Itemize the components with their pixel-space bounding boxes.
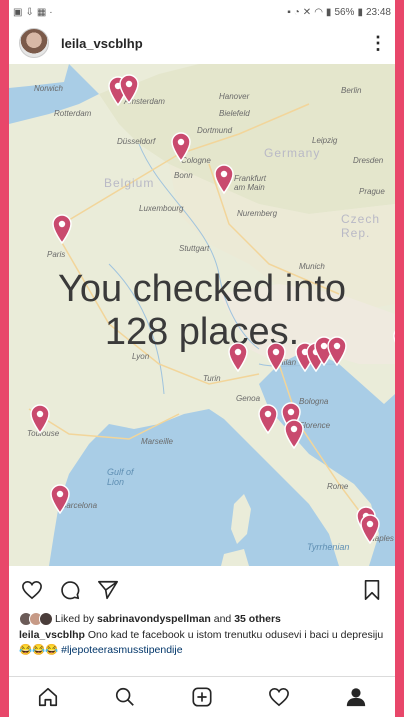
image-icon: ▦ bbox=[36, 6, 47, 18]
download-icon: ⇩ bbox=[25, 6, 34, 18]
alarm-icon: ◔ bbox=[293, 6, 300, 18]
more-options-icon[interactable]: ⋮ bbox=[369, 33, 387, 54]
map-pin-icon bbox=[257, 404, 279, 434]
city-label: Hanover bbox=[219, 92, 250, 101]
liker-username[interactable]: sabrinavondyspellman bbox=[97, 613, 211, 625]
bottom-navigation bbox=[9, 676, 395, 717]
likes-row: Liked by sabrinavondyspellman and 35 oth… bbox=[19, 610, 389, 628]
battery-percent: 56% bbox=[334, 6, 355, 18]
notification-icons: ▣ ⇩ ▦ · bbox=[13, 7, 53, 18]
country-label: Germany bbox=[264, 146, 321, 160]
activity-heart-icon[interactable] bbox=[264, 682, 294, 712]
post-username[interactable]: leila_vscblhp bbox=[61, 36, 369, 51]
liker-avatar bbox=[39, 612, 53, 626]
post-image-map[interactable]: Germany Belgium Czech Rep. Norwich Amste… bbox=[9, 64, 395, 566]
city-label: Rotterdam bbox=[54, 109, 92, 118]
likes-middle: and bbox=[213, 613, 232, 625]
city-label: Marseille bbox=[141, 437, 174, 446]
checkin-overlay-line1: You checked into bbox=[57, 268, 347, 310]
post-header: leila_vscblhp ⋮ bbox=[9, 24, 395, 62]
profile-icon[interactable] bbox=[341, 682, 371, 712]
search-icon[interactable] bbox=[110, 682, 140, 712]
post-caption: leila_vscblhp Ono kad te facebook u isto… bbox=[19, 628, 391, 658]
map-pin-icon bbox=[283, 419, 305, 449]
avatar[interactable] bbox=[19, 28, 49, 58]
battery-icon: ▮ bbox=[357, 6, 363, 18]
sea-label: Gulf of Lion bbox=[107, 467, 134, 487]
city-label: Bielefeld bbox=[219, 109, 250, 118]
bookmark-icon[interactable] bbox=[359, 577, 385, 603]
phone-screen: ▣ ⇩ ▦ · ▪ ◔ ✕ ◠ ▮ 56% ▮ 23:48 leila_vscb… bbox=[9, 0, 395, 717]
city-label: Lyon bbox=[132, 352, 150, 361]
map-pin-icon bbox=[227, 342, 249, 372]
city-label: Paris bbox=[47, 250, 66, 259]
sea-label: Tyrrhenian bbox=[307, 542, 350, 552]
likes-others[interactable]: 35 others bbox=[234, 613, 281, 625]
map-pin-icon bbox=[49, 484, 71, 514]
system-icons: ▪ ◔ ✕ ◠ ▮ 56% ▮ 23:48 bbox=[287, 7, 391, 18]
caption-hashtag[interactable]: #ljepoteerasmusstipendije bbox=[61, 644, 182, 656]
map-pin-icon bbox=[170, 132, 192, 162]
caption-username[interactable]: leila_vscblhp bbox=[19, 629, 85, 641]
city-label: Rome bbox=[327, 482, 349, 491]
direct-share-icon[interactable] bbox=[95, 577, 121, 603]
post-actions bbox=[9, 570, 395, 610]
mute-icon: ✕ bbox=[302, 6, 312, 18]
city-label: Leipzig bbox=[312, 136, 338, 145]
city-label: Berlin bbox=[341, 86, 362, 95]
map-pin-icon bbox=[51, 214, 73, 244]
add-post-icon[interactable] bbox=[187, 682, 217, 712]
city-label: Genoa bbox=[236, 394, 261, 403]
city-label: Turin bbox=[203, 374, 221, 383]
city-label: Prague bbox=[359, 187, 385, 196]
map-pin-icon bbox=[265, 342, 287, 372]
likes-prefix: Liked by bbox=[55, 613, 95, 625]
liker-avatars[interactable] bbox=[19, 612, 53, 626]
comment-icon[interactable] bbox=[57, 577, 83, 603]
home-icon[interactable] bbox=[33, 682, 63, 712]
city-label: Bonn bbox=[174, 171, 193, 180]
city-label: Norwich bbox=[34, 84, 63, 93]
status-bar: ▣ ⇩ ▦ · ▪ ◔ ✕ ◠ ▮ 56% ▮ 23:48 bbox=[9, 0, 395, 24]
wifi-icon: ◠ bbox=[314, 6, 323, 18]
map-pin-icon bbox=[359, 514, 381, 544]
dot-icon: · bbox=[49, 6, 53, 18]
map-pin-icon bbox=[118, 74, 140, 104]
map-pin-icon bbox=[213, 164, 235, 194]
city-label: Dortmund bbox=[197, 126, 233, 135]
city-label: Bologna bbox=[299, 397, 329, 406]
country-label: Czech Rep. bbox=[341, 212, 381, 240]
city-label: Düsseldorf bbox=[117, 137, 156, 146]
city-label: Luxembourg bbox=[139, 204, 184, 213]
city-label: Nuremberg bbox=[237, 209, 278, 218]
map-pin-icon bbox=[392, 326, 395, 356]
lock-icon: ▪ bbox=[287, 6, 291, 18]
gallery-icon: ▣ bbox=[13, 6, 23, 18]
signal-icon: ▮ bbox=[325, 6, 332, 18]
map-pin-icon bbox=[29, 404, 51, 434]
city-label: Stuttgart bbox=[179, 244, 210, 253]
city-label: Dresden bbox=[353, 156, 384, 165]
clock: 23:48 bbox=[365, 6, 391, 18]
heart-icon[interactable] bbox=[19, 577, 45, 603]
city-label: Frankfurt am Main bbox=[234, 174, 267, 192]
country-label: Belgium bbox=[104, 176, 155, 190]
map-pin-icon bbox=[326, 336, 348, 366]
